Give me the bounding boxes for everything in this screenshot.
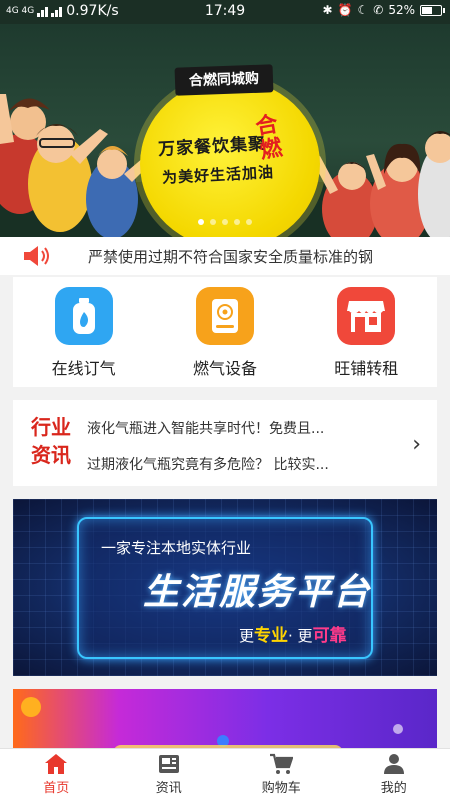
tab-news[interactable]: 资讯 bbox=[113, 749, 226, 800]
news-tag: 行业 资讯 bbox=[31, 415, 71, 467]
announcement-text: 严禁使用过期不符合国家安全质量标准的钢 bbox=[88, 247, 374, 266]
moon-icon: ☾ bbox=[357, 3, 369, 17]
carousel-dot[interactable] bbox=[198, 219, 204, 225]
tab-label: 我的 bbox=[380, 781, 407, 796]
user-icon bbox=[383, 754, 404, 774]
carousel-dot[interactable] bbox=[246, 219, 252, 225]
bluetooth-icon: ✱ bbox=[322, 3, 333, 17]
tab-label: 购物车 bbox=[261, 781, 301, 796]
gas-cylinder-icon bbox=[54, 287, 113, 345]
storefront-icon bbox=[337, 287, 396, 345]
status-right: ✱ ⏰ ☾ ✆ 52% bbox=[322, 3, 445, 17]
chevron-right-icon[interactable]: › bbox=[412, 432, 421, 457]
alarm-icon: ⏰ bbox=[337, 3, 353, 17]
service-label: 旺铺转租 bbox=[334, 359, 399, 378]
carousel-dot[interactable] bbox=[210, 219, 216, 225]
tab-cart[interactable]: 购物车 bbox=[225, 749, 338, 800]
gas-stove-icon bbox=[195, 287, 254, 345]
service-gas-equipment[interactable]: 燃气设备 bbox=[165, 287, 285, 379]
promo-slogan: 更专业· 更可靠 bbox=[239, 626, 347, 646]
carousel-indicator bbox=[0, 219, 450, 225]
tab-home[interactable]: 首页 bbox=[0, 749, 113, 800]
carousel-dot[interactable] bbox=[234, 219, 240, 225]
service-label: 燃气设备 bbox=[192, 359, 257, 378]
tab-label: 首页 bbox=[43, 781, 70, 796]
speaker-icon bbox=[24, 246, 49, 266]
promo-title: 生活服务平台 bbox=[143, 572, 372, 613]
status-bar: 4G 4G 0.97K/s 17:49 ✱ ⏰ ☾ ✆ 52% bbox=[0, 0, 450, 24]
promo-subtitle: 一家专注本地实体行业 bbox=[101, 539, 252, 557]
tab-mine[interactable]: 我的 bbox=[338, 749, 450, 800]
tab-label: 资讯 bbox=[155, 781, 182, 796]
service-label: 在线订气 bbox=[51, 359, 116, 378]
news-icon bbox=[158, 755, 179, 773]
news-item[interactable]: 过期液化气瓶究竟有多危险？ 比较实... bbox=[87, 454, 387, 474]
bottom-tab-bar: 首页 资讯 购物车 我的 bbox=[0, 748, 450, 800]
hero-banner[interactable]: 合燃同城购 万家餐饮集聚 合燃 为美好生活加油 bbox=[0, 24, 450, 237]
promo-banner[interactable]: 一家专注本地实体行业 生活服务平台 更专业· 更可靠 bbox=[13, 499, 437, 676]
banner-tag: 合燃同城购 bbox=[174, 64, 274, 96]
service-online-gas-order[interactable]: 在线订气 bbox=[24, 287, 144, 379]
cart-icon bbox=[270, 753, 294, 774]
industry-news-panel[interactable]: 行业 资讯 液化气瓶进入智能共享时代！免费且... 过期液化气瓶究竟有多危险？ … bbox=[13, 400, 437, 486]
carousel-dot[interactable] bbox=[222, 219, 228, 225]
battery-icon bbox=[420, 4, 445, 16]
news-item[interactable]: 液化气瓶进入智能共享时代！免费且... bbox=[87, 418, 387, 438]
battery-percent: 52% bbox=[388, 3, 415, 17]
service-grid: 在线订气 燃气设备 旺铺转租 bbox=[13, 277, 437, 387]
home-icon bbox=[45, 754, 68, 774]
announcement-bar[interactable]: 严禁使用过期不符合国家安全质量标准的钢 bbox=[0, 237, 450, 275]
hd-call-icon: ✆ bbox=[373, 3, 384, 17]
service-shop-sublet[interactable]: 旺铺转租 bbox=[306, 287, 426, 379]
